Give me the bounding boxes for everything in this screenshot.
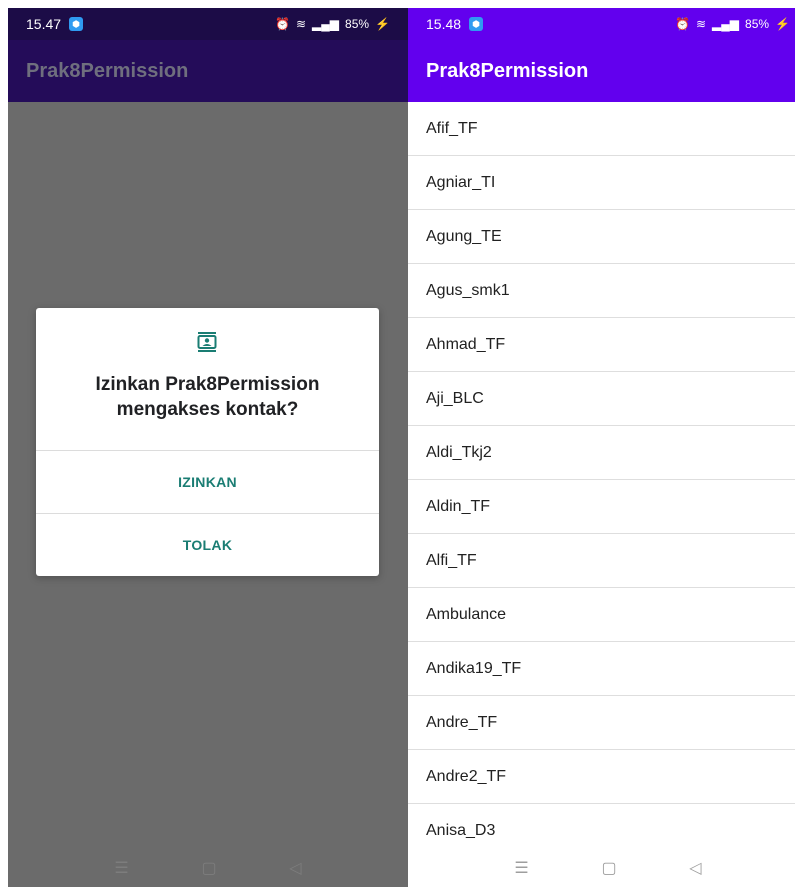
wifi-icon: ≋ <box>695 17 707 31</box>
deny-button[interactable]: TOLAK <box>36 514 379 576</box>
screen-permission-dialog: 15.47 ⬢ ⏰ ≋ ▂▄▆ 85% ⚡ Prak8Permission Iz… <box>8 8 408 887</box>
menu-icon[interactable]: ☰ <box>114 858 128 878</box>
menu-icon[interactable]: ☰ <box>514 858 528 878</box>
status-time: 15.47 <box>26 16 62 32</box>
allow-button[interactable]: IZINKAN <box>36 451 379 513</box>
app-bar: Prak8Permission <box>408 40 795 102</box>
charging-icon: ⚡ <box>375 17 390 31</box>
signal-icon: ▂▄▆ <box>312 17 340 31</box>
contact-item[interactable]: Ahmad_TF <box>408 318 795 372</box>
navigation-bar: ☰ ▢ ◁ <box>408 849 795 887</box>
contact-list: Afif_TF Agniar_TI Agung_TE Agus_smk1 Ahm… <box>408 102 795 858</box>
screen-contact-list: 15.48 ⬢ ⏰ ≋ ▂▄▆ 85% ⚡ Prak8Permission Af… <box>408 8 795 887</box>
app-title: Prak8Permission <box>426 59 589 82</box>
dialog-title-line1: Izinkan Prak8Permission <box>95 374 320 395</box>
app-bar: Prak8Permission <box>8 40 408 102</box>
home-icon[interactable]: ▢ <box>201 858 216 878</box>
contact-item[interactable]: Alfi_TF <box>408 534 795 588</box>
contact-item[interactable]: Andre2_TF <box>408 750 795 804</box>
battery-percent: 85% <box>745 17 770 31</box>
status-icons: ⏰ ≋ ▂▄▆ 85% ⚡ <box>675 17 790 31</box>
contact-item[interactable]: Aldin_TF <box>408 480 795 534</box>
signal-icon: ▂▄▆ <box>712 17 740 31</box>
status-time: 15.48 <box>426 16 462 32</box>
status-bar: 15.48 ⬢ ⏰ ≋ ▂▄▆ 85% ⚡ <box>408 8 795 40</box>
contacts-icon <box>197 332 217 352</box>
navigation-bar: ☰ ▢ ◁ <box>8 849 408 887</box>
status-icons: ⏰ ≋ ▂▄▆ 85% ⚡ <box>275 17 390 31</box>
status-bar: 15.47 ⬢ ⏰ ≋ ▂▄▆ 85% ⚡ <box>8 8 408 40</box>
contact-item[interactable]: Ambulance <box>408 588 795 642</box>
alarm-icon: ⏰ <box>675 17 690 31</box>
notification-icon: ⬢ <box>69 17 84 31</box>
wifi-icon: ≋ <box>295 17 307 31</box>
contact-item[interactable]: Andika19_TF <box>408 642 795 696</box>
contact-item[interactable]: Agniar_TI <box>408 156 795 210</box>
home-icon[interactable]: ▢ <box>601 858 616 878</box>
contact-item[interactable]: Agus_smk1 <box>408 264 795 318</box>
contact-item[interactable]: Aji_BLC <box>408 372 795 426</box>
dialog-title: Izinkan Prak8Permission mengakses kontak… <box>36 372 379 422</box>
permission-dialog: Izinkan Prak8Permission mengakses kontak… <box>36 308 379 576</box>
dialog-title-line2: mengakses kontak? <box>116 399 299 420</box>
alarm-icon: ⏰ <box>275 17 290 31</box>
notification-icon: ⬢ <box>469 17 484 31</box>
contact-item[interactable]: Agung_TE <box>408 210 795 264</box>
back-icon[interactable]: ◁ <box>289 858 301 878</box>
contact-item[interactable]: Afif_TF <box>408 102 795 156</box>
battery-percent: 85% <box>345 17 370 31</box>
contact-item[interactable]: Aldi_Tkj2 <box>408 426 795 480</box>
back-icon[interactable]: ◁ <box>689 858 701 878</box>
contact-item[interactable]: Andre_TF <box>408 696 795 750</box>
app-title: Prak8Permission <box>26 59 189 82</box>
charging-icon: ⚡ <box>775 17 790 31</box>
